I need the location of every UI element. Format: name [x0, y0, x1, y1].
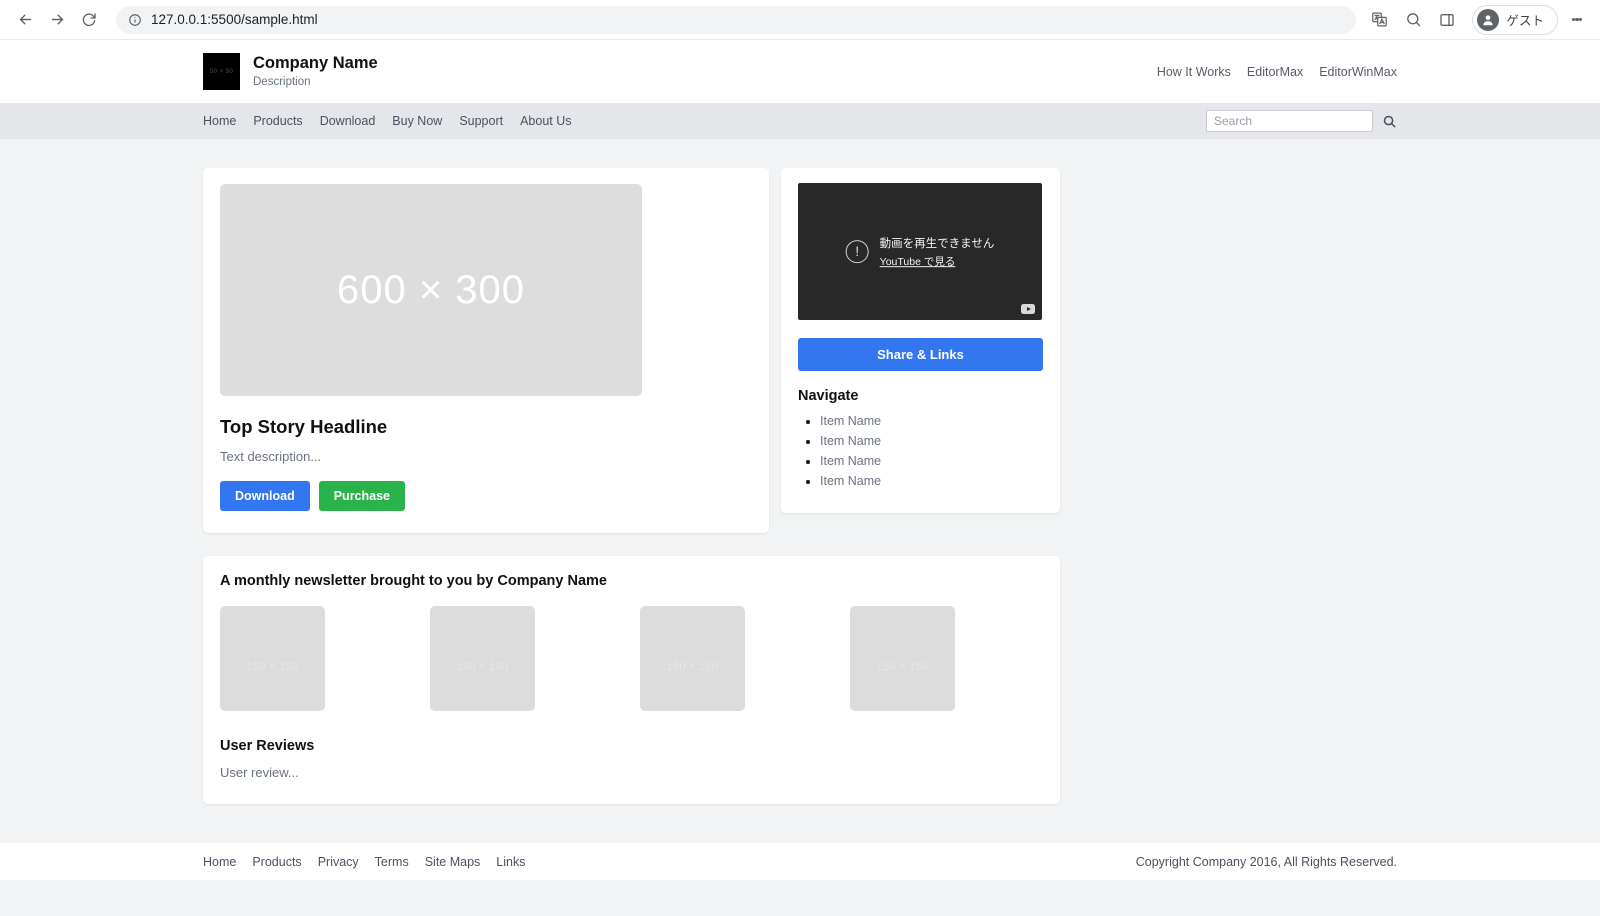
browser-toolbar: 127.0.0.1:5500/sample.html ゲスト — [0, 0, 1600, 40]
top-link-editormax[interactable]: EditorMax — [1247, 65, 1303, 79]
story-description: Text description... — [220, 449, 322, 464]
main-story-card: 600 × 300 Top Story Headline Text descri… — [203, 168, 769, 533]
nav-item-support[interactable]: Support — [459, 114, 503, 128]
navigate-list: Item Name Item Name Item Name Item Name — [798, 413, 1043, 490]
hero-image-placeholder: 600 × 300 — [220, 184, 642, 396]
thumb-placeholder-label: 150 × 150 — [456, 661, 509, 673]
video-error-link[interactable]: YouTube で見る — [880, 254, 995, 269]
list-item[interactable]: Item Name — [820, 413, 1043, 430]
video-error-title: 動画を再生できません — [879, 237, 995, 250]
newsletter-thumbs: 150 × 150 150 × 150 150 × 150 150 × 150 — [220, 606, 1043, 711]
toolbar-icons: ゲスト — [1364, 4, 1590, 35]
warning-circle-icon: ! — [845, 239, 869, 263]
video-error-text: 動画を再生できません YouTube で見る — [880, 234, 995, 270]
footer-link-links[interactable]: Links — [496, 855, 525, 869]
site-footer: Home Products Privacy Terms Site Maps Li… — [0, 843, 1600, 880]
profile-name: ゲスト — [1506, 14, 1544, 28]
nav-links: Home Products Download Buy Now Support A… — [203, 114, 572, 128]
newsletter-card: A monthly newsletter brought to you by C… — [203, 556, 1060, 804]
nav-item-home[interactable]: Home — [203, 114, 236, 128]
copyright-text: Copyright Company 2016, All Rights Reser… — [1135, 854, 1397, 869]
top-link-how-it-works[interactable]: How It Works — [1157, 65, 1231, 79]
brand-text: Company Name Description — [253, 53, 378, 91]
nav-item-download[interactable]: Download — [320, 114, 376, 128]
user-reviews-text: User review... — [220, 765, 299, 780]
page-info-icon[interactable] — [128, 13, 142, 27]
side-panel-icon[interactable] — [1432, 5, 1462, 35]
thumb-placeholder-label: 150 × 150 — [246, 661, 299, 673]
thumb-placeholder: 150 × 150 — [640, 606, 745, 711]
top-row: 600 × 300 Top Story Headline Text descri… — [203, 168, 1397, 533]
video-player[interactable]: ! 動画を再生できません YouTube で見る — [798, 183, 1042, 320]
footer-link-products[interactable]: Products — [252, 855, 301, 869]
brand[interactable]: 50 × 50 Company Name Description — [203, 53, 378, 91]
purchase-button[interactable]: Purchase — [318, 481, 405, 511]
thumb-placeholder-label: 150 × 150 — [666, 661, 719, 673]
list-item[interactable]: Item Name — [820, 473, 1043, 490]
address-bar[interactable]: 127.0.0.1:5500/sample.html — [116, 5, 1357, 34]
thumb-placeholder: 150 × 150 — [220, 606, 325, 711]
hero-placeholder-label: 600 × 300 — [336, 267, 526, 312]
kebab-menu-icon[interactable] — [1564, 5, 1590, 35]
list-item[interactable]: Item Name — [820, 433, 1043, 450]
download-button[interactable]: Download — [220, 481, 310, 511]
thumb-placeholder: 150 × 150 — [430, 606, 535, 711]
main-navbar: Home Products Download Buy Now Support A… — [0, 103, 1600, 139]
nav-search — [1206, 110, 1397, 132]
nav-item-products[interactable]: Products — [253, 114, 302, 128]
back-arrow-icon[interactable] — [10, 5, 40, 35]
company-description: Description — [253, 76, 311, 89]
footer-link-site-maps[interactable]: Site Maps — [425, 855, 481, 869]
search-zoom-icon[interactable] — [1398, 5, 1428, 35]
footer-link-privacy[interactable]: Privacy — [318, 855, 359, 869]
share-and-links-button[interactable]: Share & Links — [798, 338, 1043, 371]
page-content: 600 × 300 Top Story Headline Text descri… — [183, 139, 1417, 804]
search-icon[interactable] — [1382, 114, 1397, 129]
top-links: How It Works EditorMax EditorWinMax — [1157, 65, 1397, 79]
footer-links: Home Products Privacy Terms Site Maps Li… — [203, 855, 525, 869]
sidebar-card: ! 動画を再生できません YouTube で見る Share & Links N… — [781, 168, 1060, 513]
story-title: Top Story Headline — [220, 416, 388, 437]
translate-icon[interactable] — [1364, 5, 1394, 35]
search-input[interactable] — [1206, 110, 1373, 132]
user-reviews-title: User Reviews — [220, 738, 315, 754]
footer-link-terms[interactable]: Terms — [375, 855, 409, 869]
thumb-placeholder-label: 150 × 150 — [876, 661, 929, 673]
page-viewport: 50 × 50 Company Name Description How It … — [0, 40, 1600, 916]
video-error: ! 動画を再生できません YouTube で見る — [845, 234, 995, 270]
site-header: 50 × 50 Company Name Description How It … — [0, 40, 1600, 103]
navigate-title: Navigate — [798, 388, 859, 404]
newsletter-title: A monthly newsletter brought to you by C… — [220, 573, 607, 589]
nav-item-buy-now[interactable]: Buy Now — [392, 114, 442, 128]
profile-chip[interactable]: ゲスト — [1472, 4, 1558, 35]
thumb-placeholder: 150 × 150 — [850, 606, 955, 711]
logo-placeholder-label: 50 × 50 — [209, 68, 234, 75]
logo-placeholder: 50 × 50 — [203, 53, 240, 90]
address-bar-url: 127.0.0.1:5500/sample.html — [151, 12, 318, 27]
forward-arrow-icon[interactable] — [42, 5, 72, 35]
top-link-editorwinmax[interactable]: EditorWinMax — [1319, 65, 1397, 79]
story-actions: Download Purchase — [220, 481, 752, 511]
company-name: Company Name — [253, 53, 378, 72]
list-item[interactable]: Item Name — [820, 453, 1043, 470]
avatar — [1477, 8, 1500, 31]
footer-link-home[interactable]: Home — [203, 855, 236, 869]
nav-item-about-us[interactable]: About Us — [520, 114, 571, 128]
youtube-logo-icon[interactable] — [1021, 304, 1035, 314]
reload-icon[interactable] — [74, 5, 104, 35]
